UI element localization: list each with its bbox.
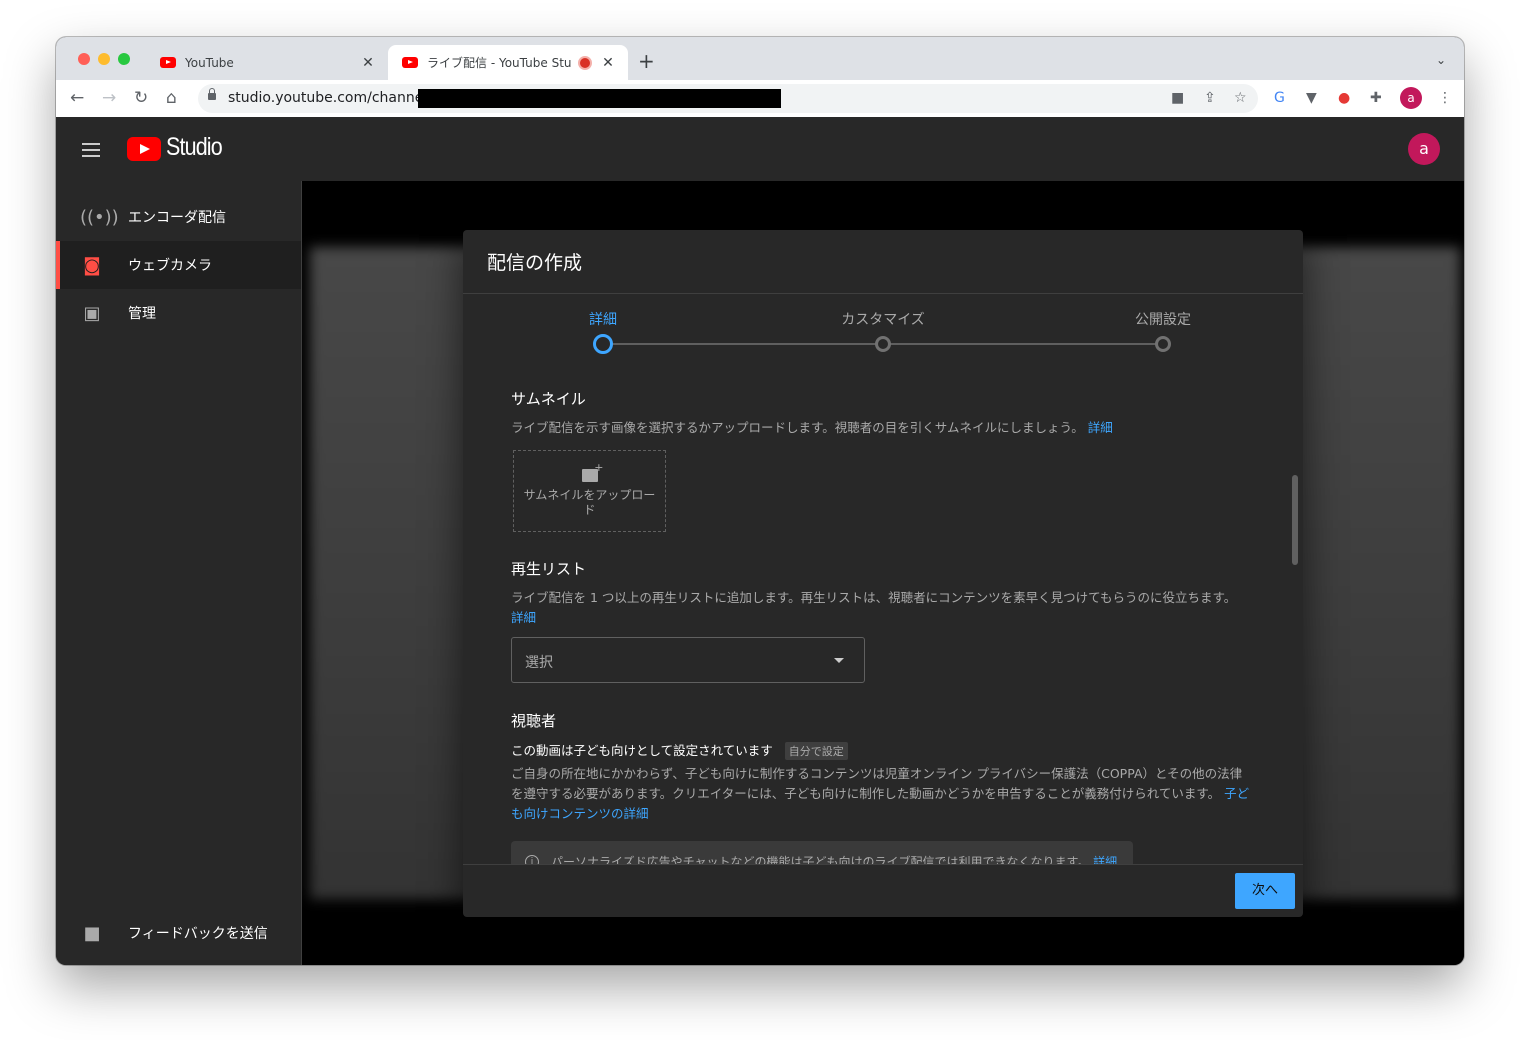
url-text: studio.youtube.com/channel (228, 90, 428, 106)
hamburger-menu-icon[interactable] (82, 143, 100, 161)
thumbnail-upload-label: サムネイルをアップロード (523, 488, 656, 517)
divider (463, 864, 1303, 865)
sidebar-item-manage[interactable]: ▣ 管理 (56, 289, 301, 337)
audience-description: ご自身の所在地にかかわらず、子ども向けに制作するコンテンツは児童オンライン プラ… (511, 764, 1251, 824)
youtube-favicon-icon (160, 57, 176, 68)
thumbnail-desc-text: ライブ配信を示す画像を選択するかアップロードします。視聴者の目を引くサムネイルに… (511, 420, 1084, 435)
playlist-description: ライブ配信を 1 つ以上の再生リストに追加します。再生リストは、視聴者にコンテン… (511, 588, 1251, 628)
tab-strip: YouTube ✕ ライブ配信 - YouTube Studio ✕ + ⌄ (56, 37, 1464, 80)
status-badge: 自分で設定 (784, 742, 848, 760)
step-dot (1155, 336, 1171, 352)
tab-search-chevron-icon[interactable]: ⌄ (1436, 53, 1446, 67)
tab-title: YouTube (185, 55, 234, 70)
thumbnail-upload-button[interactable]: サムネイルをアップロード (513, 450, 666, 532)
browser-window: YouTube ✕ ライブ配信 - YouTube Studio ✕ + ⌄ ←… (56, 37, 1464, 965)
sidebar-item-feedback[interactable]: ■ フィードバックを送信 (56, 909, 301, 957)
playlist-heading: 再生リスト (511, 560, 587, 578)
sidebar-item-label: 管理 (128, 306, 156, 322)
browser-toolbar: ← → ↻ ⌂ studio.youtube.com/channel ■ ⇪ ☆… (56, 80, 1464, 118)
tab-youtube-studio[interactable]: ライブ配信 - YouTube Studio ✕ (388, 45, 628, 80)
playlist-select[interactable]: 選択 (511, 637, 865, 683)
close-window-button[interactable] (78, 53, 90, 65)
step-visibility[interactable]: 公開設定 (1135, 309, 1191, 329)
step-dot (875, 336, 891, 352)
thumbnail-heading: サムネイル (511, 390, 586, 408)
playlist-select-value: 選択 (525, 655, 553, 671)
minimize-window-button[interactable] (98, 53, 110, 65)
recording-icon (578, 55, 592, 70)
step-details[interactable]: 詳細 (589, 309, 617, 329)
playlist-desc-text: ライブ配信を 1 つ以上の再生リストに追加します。再生リストは、視聴者にコンテン… (511, 590, 1237, 605)
redacted-block (418, 89, 781, 108)
extensions-puzzle-icon[interactable]: ✚ (1370, 90, 1382, 106)
create-stream-dialog: 配信の作成 詳細 カスタマイズ 公開設定 サムネイル ライブ配信を示す画像を選択… (463, 230, 1303, 917)
divider (463, 293, 1303, 294)
audience-heading: 視聴者 (511, 712, 557, 730)
account-avatar[interactable]: a (1408, 133, 1440, 165)
thumbnail-learn-more-link[interactable]: 詳細 (1088, 420, 1113, 435)
kids-status-text: この動画は子ども向けとして設定されています (511, 743, 773, 758)
sidebar-item-encoder[interactable]: ((•)) エンコーダ配信 (56, 193, 301, 241)
camera-icon: ◙ (83, 254, 101, 276)
share-icon[interactable]: ⇪ (1204, 90, 1216, 106)
kebab-menu-icon[interactable]: ⋮ (1438, 90, 1452, 106)
dialog-content: サムネイル ライブ配信を示す画像を選択するかアップロードします。視聴者の目を引く… (463, 375, 1303, 865)
youtube-favicon-icon (402, 57, 418, 68)
sidebar-item-label: ウェブカメラ (128, 258, 212, 274)
dialog-scrollbar[interactable] (1292, 475, 1298, 565)
studio-logo-text[interactable]: Studio (166, 133, 223, 162)
thumbnail-description: ライブ配信を示す画像を選択するかアップロードします。視聴者の目を引くサムネイルに… (511, 418, 1251, 438)
sidebar: ((•)) エンコーダ配信 ◙ ウェブカメラ ▣ 管理 ■ フィードバックを送信 (56, 181, 302, 965)
made-for-kids-status: この動画は子ども向けとして設定されています 自分で設定 (511, 740, 848, 760)
sidebar-item-label: エンコーダ配信 (128, 210, 226, 226)
sidebar-item-label: フィードバックを送信 (128, 926, 268, 942)
audience-desc-text: ご自身の所在地にかかわらず、子ども向けに制作するコンテンツは児童オンライン プラ… (511, 766, 1243, 801)
close-tab-icon[interactable]: ✕ (600, 55, 616, 71)
translate-extension-icon[interactable]: G (1274, 90, 1285, 106)
forward-icon[interactable]: → (102, 88, 116, 108)
feedback-icon: ■ (83, 922, 101, 944)
vpn-extension-icon[interactable]: ▼ (1306, 90, 1317, 106)
step-dot-active (593, 334, 613, 354)
playlist-learn-more-link[interactable]: 詳細 (511, 610, 536, 625)
home-icon[interactable]: ⌂ (166, 88, 177, 108)
tab-title: ライブ配信 - YouTube Studio (427, 56, 572, 70)
security-extension-icon[interactable]: ● (1338, 90, 1350, 106)
reload-icon[interactable]: ↻ (134, 88, 148, 108)
broadcast-icon: ((•)) (80, 206, 119, 228)
dialog-title: 配信の作成 (487, 252, 583, 274)
dropdown-arrow-icon (834, 658, 844, 663)
studio-header: Studio a (56, 117, 1464, 181)
next-button[interactable]: 次へ (1235, 873, 1295, 909)
profile-avatar[interactable]: a (1400, 87, 1422, 109)
zoom-window-button[interactable] (118, 53, 130, 65)
info-notice: i パーソナライズド広告やチャットなどの機能は子ども向けのライブ配信では利用でき… (511, 841, 1133, 865)
tab-youtube[interactable]: YouTube ✕ (146, 45, 388, 80)
lock-icon (208, 88, 216, 100)
youtube-logo-icon[interactable] (127, 137, 161, 161)
sidebar-item-webcam[interactable]: ◙ ウェブカメラ (56, 241, 301, 289)
camera-in-use-icon[interactable]: ■ (1171, 90, 1184, 106)
close-tab-icon[interactable]: ✕ (360, 55, 376, 71)
bookmark-star-icon[interactable]: ☆ (1234, 90, 1247, 106)
new-tab-button[interactable]: + (638, 51, 655, 71)
add-photo-icon (581, 461, 603, 482)
address-bar[interactable]: studio.youtube.com/channel (198, 84, 1258, 113)
calendar-icon: ▣ (83, 302, 101, 324)
back-icon[interactable]: ← (70, 88, 84, 108)
step-customize[interactable]: カスタマイズ (841, 309, 925, 329)
